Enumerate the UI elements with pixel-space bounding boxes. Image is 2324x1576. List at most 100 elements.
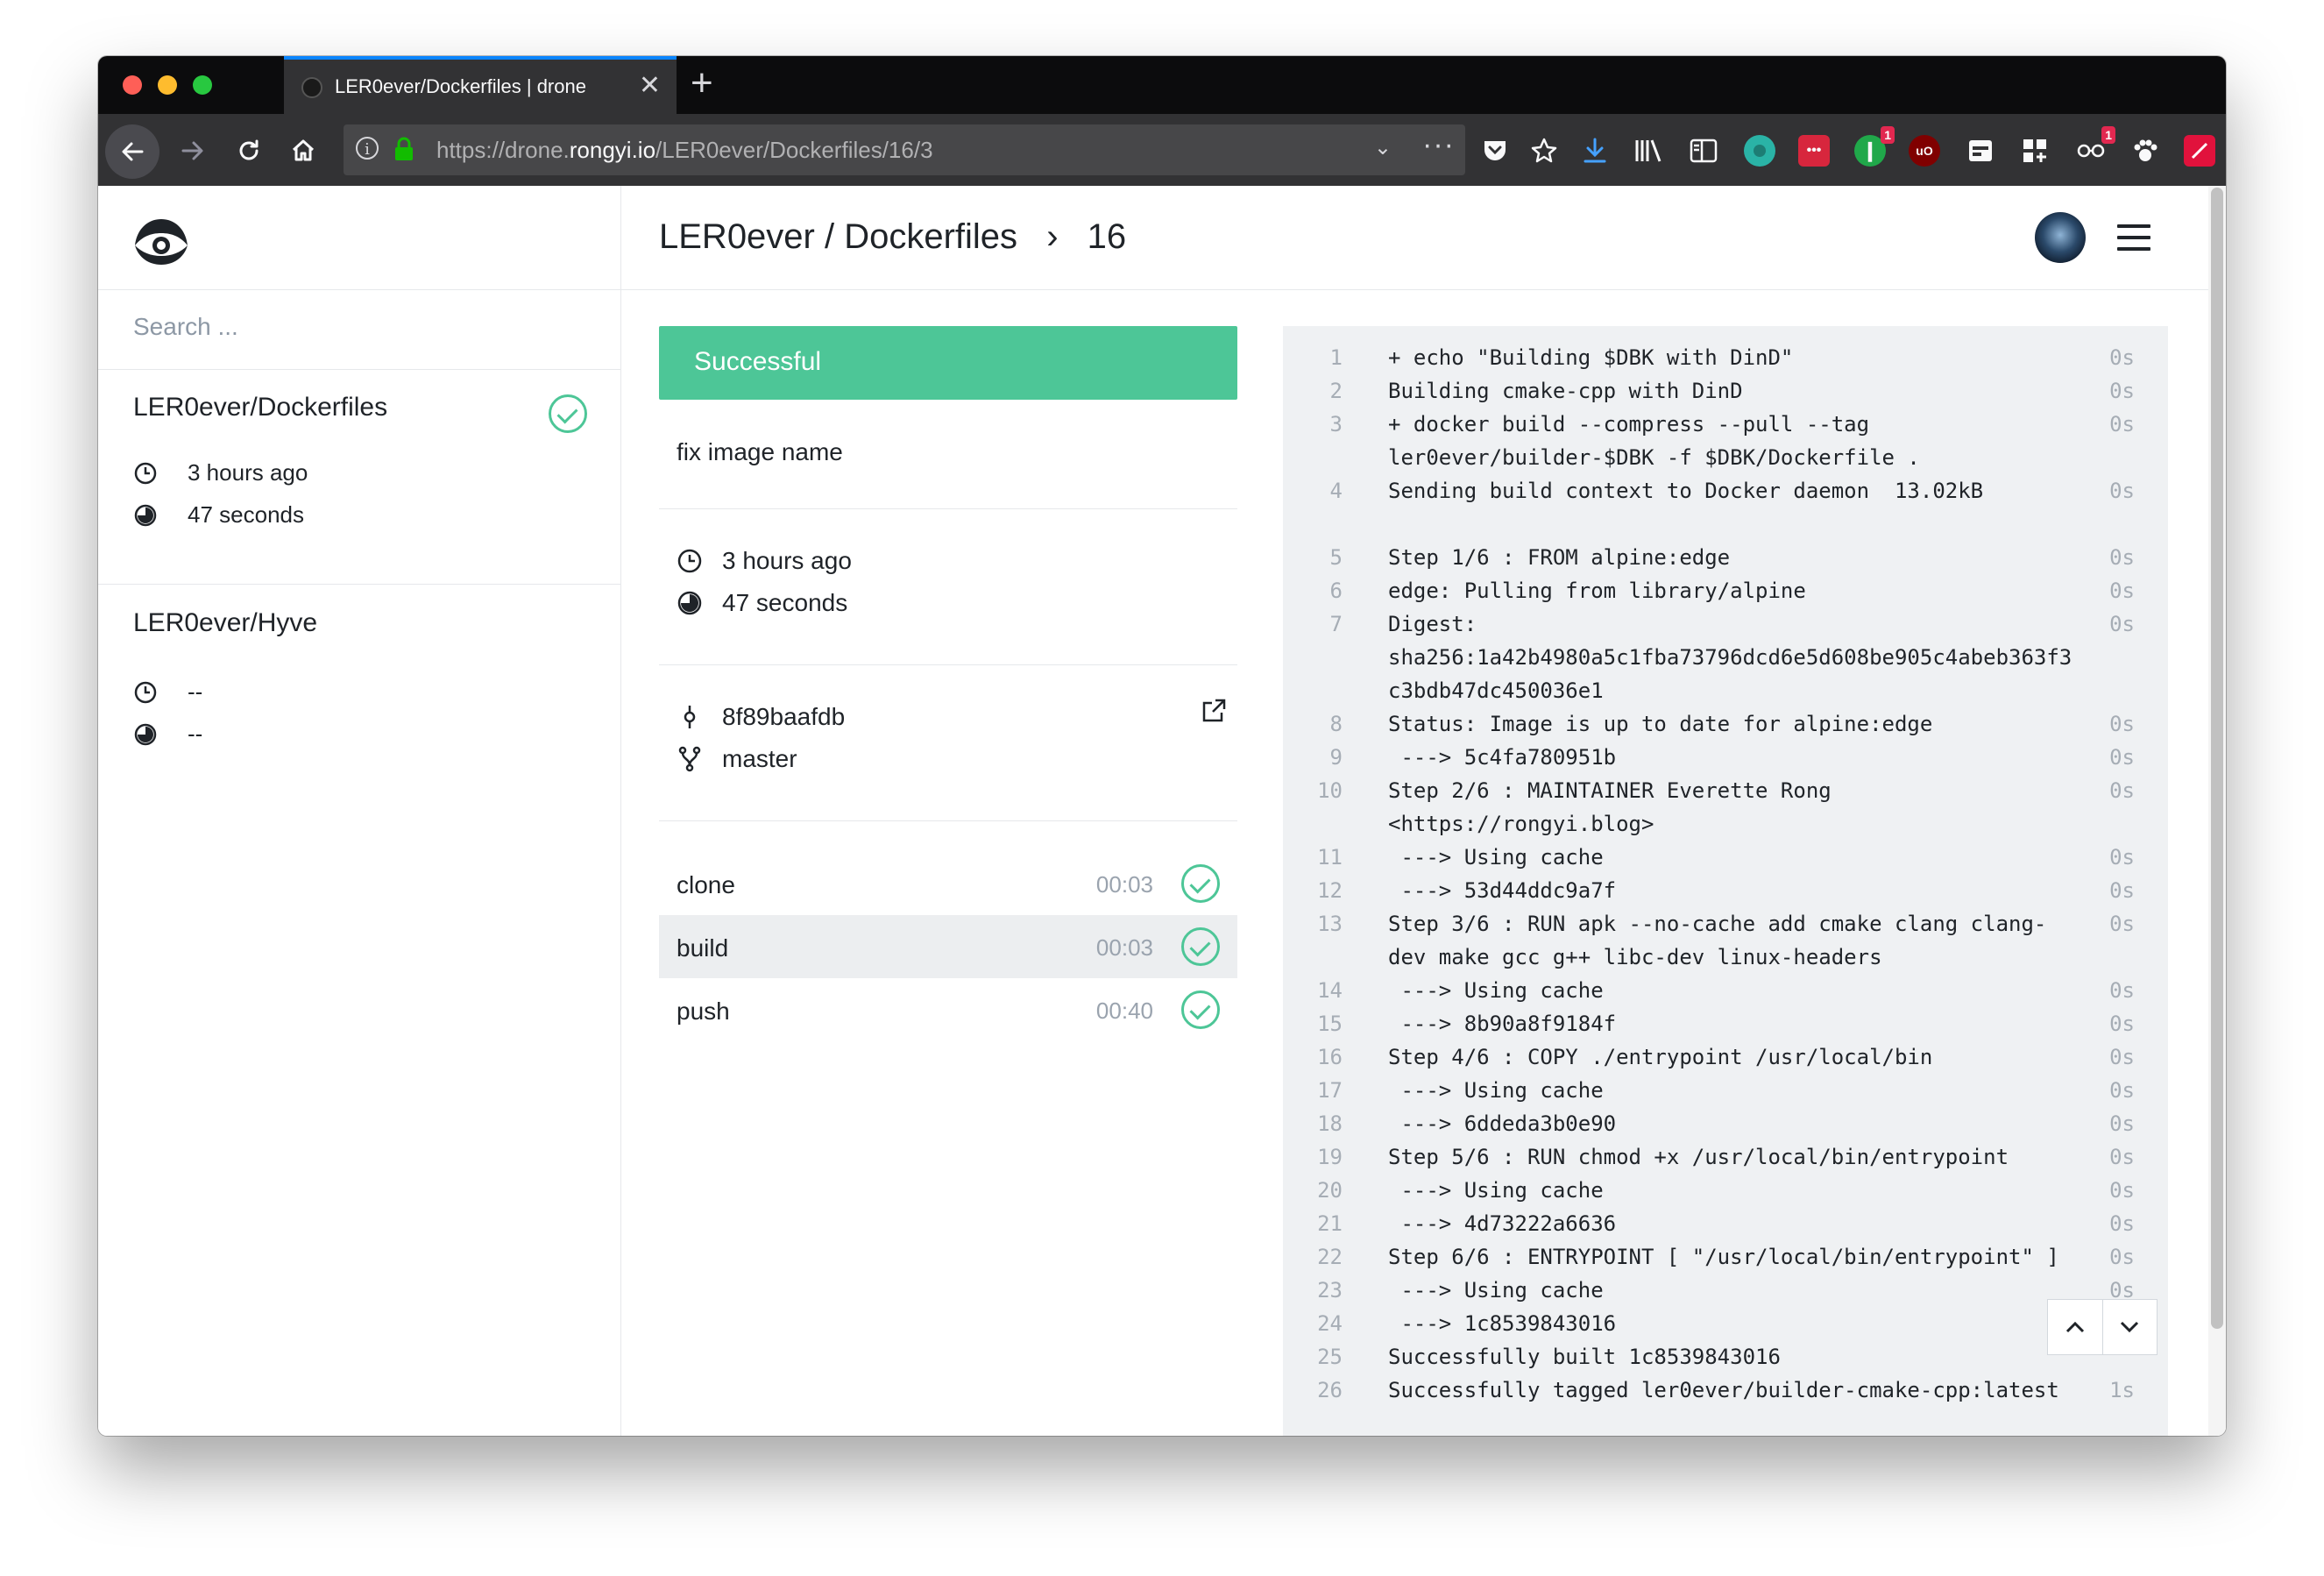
repo-name: LER0ever/Dockerfiles xyxy=(133,393,388,422)
log-line-number: 1 xyxy=(1329,345,1343,370)
extension-red-icon[interactable]: ••• xyxy=(1798,135,1830,167)
extension-wand-icon[interactable] xyxy=(2184,135,2215,167)
extension-paw-icon[interactable] xyxy=(2129,135,2161,167)
log-line-text: ---> 1c8539843016 xyxy=(1388,1311,1617,1336)
log-line-time: 0s xyxy=(2109,1211,2135,1236)
download-icon[interactable] xyxy=(1579,135,1611,167)
step-clone[interactable]: clone 00:03 xyxy=(659,852,1237,915)
log-line-text: Step 1/6 : FROM alpine:edge xyxy=(1388,545,1731,570)
log-line-text: Sending build context to Docker daemon 1… xyxy=(1388,479,1984,503)
log-line-text: edge: Pulling from library/alpine xyxy=(1388,579,1806,603)
forward-button[interactable] xyxy=(170,128,216,174)
duration-icon xyxy=(677,591,702,615)
scroll-top-button[interactable] xyxy=(2048,1300,2103,1354)
log-line-number: 2 xyxy=(1329,379,1343,403)
step-push[interactable]: push 00:40 xyxy=(659,978,1237,1041)
log-line-time: 0s xyxy=(2109,379,2135,403)
breadcrumb-owner[interactable]: LER0ever xyxy=(659,217,815,256)
log-line-text: ---> 4d73222a6636 xyxy=(1388,1211,1617,1236)
chevron-up-icon xyxy=(2065,1321,2084,1333)
chevron-right-icon: › xyxy=(1046,217,1059,256)
drone-logo-icon[interactable] xyxy=(133,214,189,270)
external-link-icon[interactable] xyxy=(1201,698,1227,724)
home-button[interactable] xyxy=(280,128,326,174)
commit-sha-text[interactable]: 8f89baafdb xyxy=(722,703,845,731)
repo-duration-text: -- xyxy=(188,721,203,747)
avatar[interactable] xyxy=(2035,212,2086,263)
log-line-time: 0s xyxy=(2109,1012,2135,1036)
browser-tab[interactable]: LER0ever/Dockerfiles | drone ✕ xyxy=(284,56,677,114)
success-check-icon xyxy=(549,394,587,433)
step-build[interactable]: build 00:03 xyxy=(659,915,1237,978)
log-line-time: 0s xyxy=(2109,612,2135,636)
bookmark-star-icon[interactable] xyxy=(1528,135,1560,167)
log-line-number: 25 xyxy=(1317,1345,1343,1369)
log-line-text: Digest: xyxy=(1388,612,1477,636)
reload-icon xyxy=(239,139,259,160)
search-input[interactable]: Search ... xyxy=(98,289,620,370)
log-line-number: 7 xyxy=(1329,612,1343,636)
hamburger-menu-icon[interactable] xyxy=(2117,224,2150,251)
build-time-text: 3 hours ago xyxy=(722,547,852,574)
log-line-text: Step 6/6 : ENTRYPOINT [ "/usr/local/bin/… xyxy=(1388,1245,2059,1269)
pocket-icon[interactable] xyxy=(1479,135,1511,167)
close-window-button[interactable] xyxy=(123,75,142,95)
url-text[interactable]: https://drone.rongyi.io/LER0ever/Dockerf… xyxy=(436,137,933,164)
sidebar: Search ... LER0ever/Dockerfiles 3 hours … xyxy=(98,186,621,1436)
nav-bar: i https://drone.rongyi.io/LER0ever/Docke… xyxy=(98,114,2226,186)
commit-sha: 8f89baafdb xyxy=(677,703,845,731)
minimize-window-button[interactable] xyxy=(158,75,177,95)
repo-duration: -- xyxy=(133,721,202,748)
site-info-icon[interactable]: i xyxy=(356,137,379,160)
extension-window-icon[interactable] xyxy=(1965,135,1996,167)
library-icon[interactable] xyxy=(1633,135,1665,167)
log-line-number: 14 xyxy=(1317,978,1343,1003)
secure-lock-icon[interactable] xyxy=(394,137,414,161)
log-line-text: sha256:1a42b4980a5c1fba73796dcd6e5d608be… xyxy=(1388,645,2072,670)
log-line-text: Successfully built 1c8539843016 xyxy=(1388,1345,1781,1369)
tab-close-icon[interactable]: ✕ xyxy=(639,70,661,101)
log-line-text: Step 3/6 : RUN apk --no-cache add cmake … xyxy=(1388,912,2047,936)
log-line-time: 0s xyxy=(2109,1078,2135,1103)
log-output[interactable]: 1 + echo "Building $DBK with DinD" 0s 2 Buil… xyxy=(1283,326,2168,1436)
page-content: Search ... LER0ever/Dockerfiles 3 hours … xyxy=(98,186,2226,1436)
reload-button[interactable] xyxy=(226,128,272,174)
log-line-number: 23 xyxy=(1317,1278,1343,1303)
extension-glasses-icon[interactable]: 1 xyxy=(2075,126,2115,167)
repo-item-dockerfiles[interactable]: LER0ever/Dockerfiles 3 hours ago 47 seco… xyxy=(98,368,620,585)
log-line-number: 19 xyxy=(1317,1145,1343,1169)
branch-text: master xyxy=(722,745,797,772)
sidebar-icon[interactable] xyxy=(1688,135,1719,167)
repo-item-hyve[interactable]: LER0ever/Hyve -- -- xyxy=(98,584,620,794)
log-line-time: 0s xyxy=(2109,545,2135,570)
log-line-text: + docker build --compress --pull --tag xyxy=(1388,412,1870,437)
back-button[interactable] xyxy=(105,124,159,179)
url-bar[interactable]: i https://drone.rongyi.io/LER0ever/Docke… xyxy=(344,124,1465,175)
log-line-number: 26 xyxy=(1317,1378,1343,1402)
page-actions-icon[interactable]: ··· xyxy=(1422,128,1455,162)
extension-green-icon[interactable]: ❙ 1 xyxy=(1854,126,1895,167)
log-line-text: Status: Image is up to date for alpine:e… xyxy=(1388,712,1933,736)
search-placeholder: Search ... xyxy=(133,313,238,340)
log-line-number: 6 xyxy=(1329,579,1343,603)
breadcrumb-repo[interactable]: Dockerfiles xyxy=(844,217,1017,256)
page-scrollbar[interactable] xyxy=(2208,186,2226,1436)
ublock-icon[interactable]: uO xyxy=(1909,135,1940,167)
log-line-number: 3 xyxy=(1329,412,1343,437)
log-line-number: 5 xyxy=(1329,545,1343,570)
success-check-icon xyxy=(1181,864,1220,903)
commit-icon xyxy=(684,706,696,728)
log-line-time: 0s xyxy=(2109,878,2135,903)
extension-teal-icon[interactable] xyxy=(1744,135,1775,167)
zoom-window-button[interactable] xyxy=(193,75,212,95)
breadcrumb: LER0ever / Dockerfiles › 16 xyxy=(659,217,1126,257)
extension-green-badge: 1 xyxy=(1881,126,1895,144)
log-line-text: Step 2/6 : MAINTAINER Everette Rong xyxy=(1388,778,1832,803)
scroll-bottom-button[interactable] xyxy=(2103,1300,2157,1354)
log-line-time: 0s xyxy=(2109,1178,2135,1203)
scrollbar-thumb[interactable] xyxy=(2211,188,2223,1329)
url-dropdown-chevron-icon[interactable]: ⌄ xyxy=(1374,135,1392,160)
build-status-text: Successful xyxy=(694,347,822,376)
extension-grid-icon[interactable] xyxy=(2019,135,2051,167)
new-tab-button[interactable]: + xyxy=(691,61,713,105)
